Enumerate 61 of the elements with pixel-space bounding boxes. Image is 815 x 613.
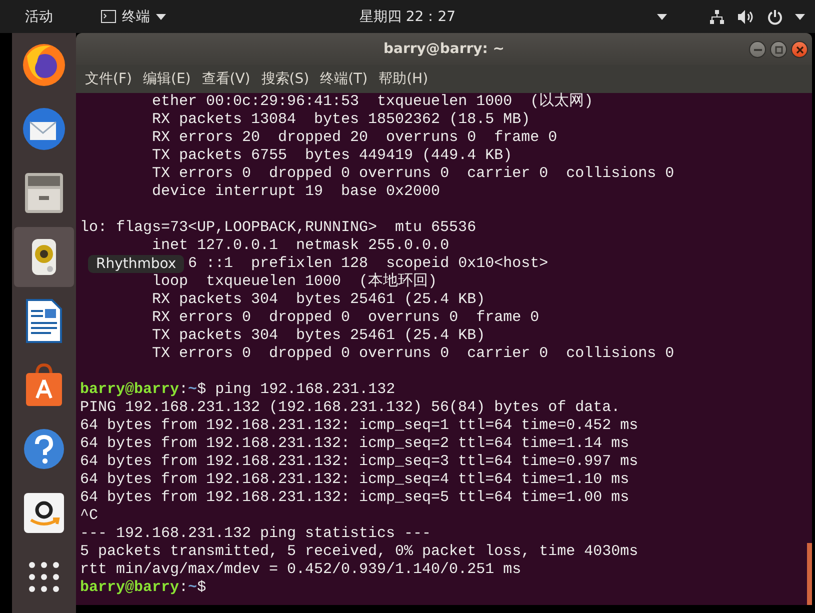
terminal-line: RX errors 0 dropped 0 overruns 0 frame 0 [152,309,540,326]
caret-icon[interactable] [657,14,667,20]
prompt-line: barry@barry:~$ ping 192.168.231.132 [80,381,396,398]
app-menu-label: 终端 [122,8,150,26]
terminal-line: ^C [80,507,98,524]
menu-item[interactable]: 搜索(S) [260,68,310,90]
dock-item[interactable] [14,227,74,287]
terminal-line: --- 192.168.231.132 ping statistics --- [80,525,432,542]
terminal-line: TX errors 0 dropped 0 overruns 0 carrier 0 collisions 0 [152,165,674,182]
terminal-line: RX packets 13084 bytes 18502362 (18.5 MB) [152,111,530,128]
terminal-line: device interrupt 19 base 0x2000 [152,183,440,200]
minimize-button[interactable] [749,41,766,58]
terminal-line: 6 ::1 prefixlen 128 scopeid 0x10<host> [188,255,548,272]
terminal-icon [101,10,116,23]
clock[interactable]: 星期四 22：27 [359,8,456,26]
terminal-line: ether 00:0c:29:96:41:53 txqueuelen 1000 (以太网) [152,93,594,110]
menu-item[interactable]: 查看(V) [200,68,252,90]
volume-icon[interactable] [737,8,755,24]
terminal-line: RX packets 304 bytes 25461 (25.4 KB) [152,291,486,308]
menu-item[interactable]: 编辑(E) [142,68,192,90]
tooltip: Rhythmbox [88,255,184,273]
terminal-line: 64 bytes from 192.168.231.132: icmp_seq=2 ttl=64 time=1.14 ms [80,435,630,452]
app-menu[interactable]: 终端 [101,8,166,26]
close-button[interactable] [791,41,808,58]
terminal-line: 64 bytes from 192.168.231.132: icmp_seq=1 ttl=64 time=0.452 ms [80,417,638,434]
terminal-line: lo: flags=73<UP,LOOPBACK,RUNNING> mtu 65536 [80,219,476,236]
power-icon[interactable] [767,8,783,24]
terminal-line: rtt min/avg/max/mdev = 0.452/0.939/1.140/0.251 ms [80,561,522,578]
scrollbar[interactable] [807,543,812,605]
terminal-line: PING 192.168.231.132 (192.168.231.132) 56(84) bytes of data. [80,399,620,416]
terminal-line: RX errors 20 dropped 20 overruns 0 frame 0 [152,129,558,146]
terminal-line: inet 127.0.0.1 netmask 255.0.0.0 [152,237,450,254]
globe-icon [21,42,67,88]
help-icon [22,427,66,471]
terminal-line: loop txqueuelen 1000 (本地环回) [152,273,438,290]
minus-icon [754,48,762,50]
square-icon [774,46,782,54]
caret-icon[interactable] [795,14,805,20]
terminal-line: TX packets 6755 bytes 449419 (449.4 KB) [152,147,512,164]
envelope-icon [21,106,67,152]
terminal[interactable] [76,93,812,605]
network-icon[interactable] [709,8,725,24]
menu-item[interactable]: 帮助(H) [378,68,430,90]
caret-icon [156,14,166,20]
terminal-line: 64 bytes from 192.168.231.132: icmp_seq=5 ttl=64 time=1.00 ms [80,489,630,506]
terminal-line: 5 packets transmitted, 5 received, 0% packet loss, time 4030ms [80,543,638,560]
terminal-line: TX packets 304 bytes 25461 (25.4 KB) [152,327,486,344]
prompt-line: barry@barry:~$ [80,579,206,596]
menu-item[interactable]: 文件(F) [84,68,133,90]
terminal-line: 64 bytes from 192.168.231.132: icmp_seq=3 ttl=64 time=0.997 ms [80,453,638,470]
terminal-line: 64 bytes from 192.168.231.132: icmp_seq=4 ttl=64 time=1.10 ms [80,471,630,488]
drawer-cabinet-icon [22,170,66,216]
app-grid-icon [28,561,60,593]
window-title: barry@barry: ~ [383,41,504,57]
activities-button[interactable]: 活动 [25,8,53,26]
maximize-button[interactable] [770,41,787,58]
menu-item[interactable]: 终端(T) [319,68,369,90]
smile-tile-icon [23,492,65,534]
terminal-line: TX errors 0 dropped 0 overruns 0 carrier 0 collisions 0 [152,345,674,362]
document-icon [24,298,64,344]
close-icon [796,46,804,54]
